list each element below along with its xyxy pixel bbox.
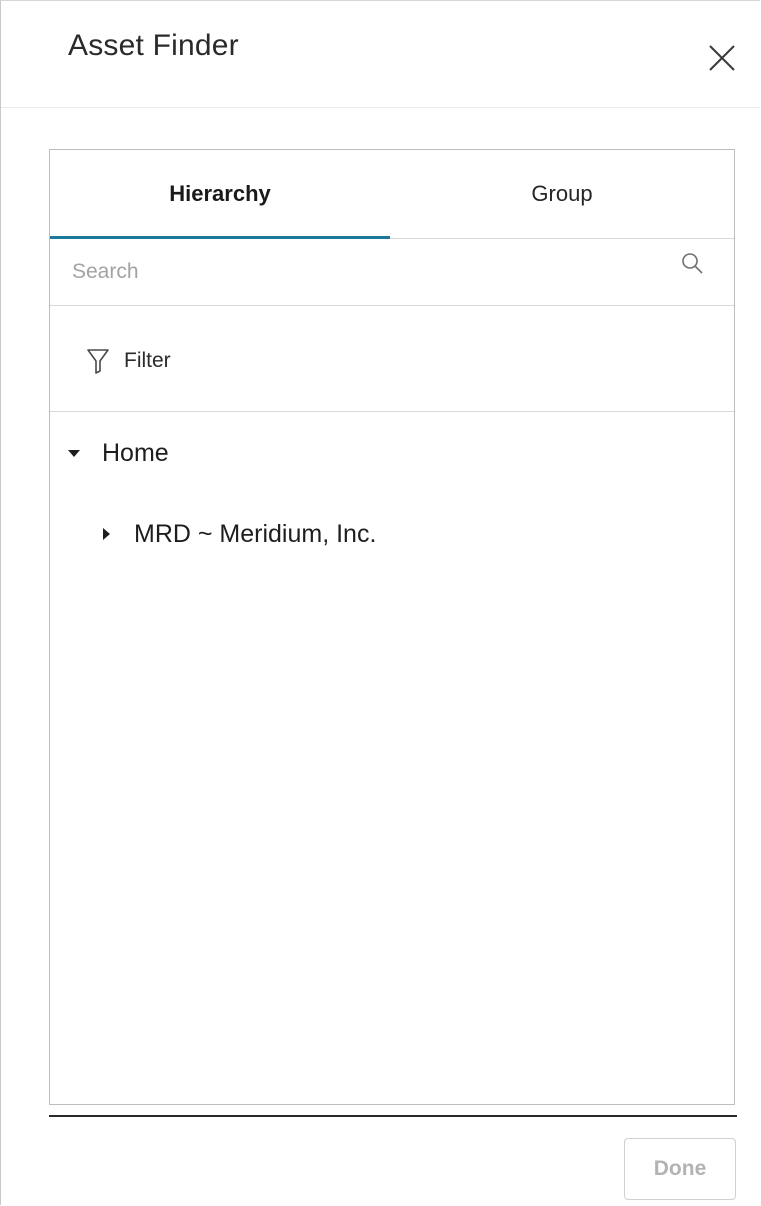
filter-label: Filter [124,349,171,372]
close-icon [709,45,735,71]
tab-bar: Hierarchy Group [50,150,734,239]
search-bar [50,239,734,306]
caret-right-icon[interactable] [98,526,114,542]
done-button[interactable]: Done [624,1138,736,1200]
asset-finder-dialog: Asset Finder Hierarchy Group Search Filt… [0,0,760,1205]
close-button[interactable] [701,37,743,79]
search-icon[interactable] [680,251,706,277]
tree-node-label: Home [102,438,169,467]
filter-icon [87,349,109,374]
search-input[interactable] [72,251,652,293]
tree-node-label: MRD ~ Meridium, Inc. [134,519,377,548]
dialog-title: Asset Finder [68,29,239,62]
filter-bar: Filter [50,306,734,412]
caret-down-icon[interactable] [66,445,82,461]
footer-divider [49,1115,737,1117]
filter-button[interactable]: Filter [86,344,171,378]
tree-node-home[interactable]: Home [66,433,169,473]
dialog-header: Asset Finder [1,1,760,108]
tab-group[interactable]: Group [390,150,734,238]
tree-node-mrd[interactable]: MRD ~ Meridium, Inc. [98,514,376,554]
tab-hierarchy[interactable]: Hierarchy [50,150,390,239]
finder-panel: Hierarchy Group Filter Home [49,149,735,1105]
